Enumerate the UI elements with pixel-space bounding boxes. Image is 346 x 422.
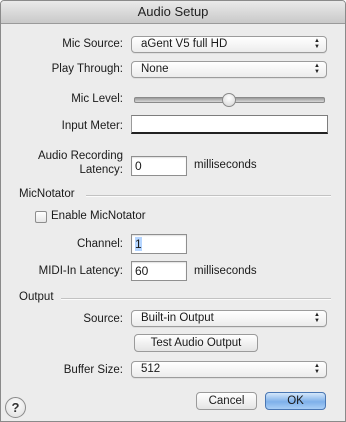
audio-setup-window: Audio Setup Mic Source: aGent V5 full HD… [0, 0, 346, 422]
updown-arrows-icon: ▲ ▼ [314, 63, 320, 75]
mic-level-label: Mic Level: [71, 93, 123, 105]
enable-micnotator-checkbox[interactable] [35, 211, 47, 223]
output-source-label: Source: [83, 313, 123, 325]
ok-button[interactable]: OK [265, 392, 326, 410]
input-meter-label: Input Meter: [61, 120, 123, 132]
channel-value: 1 [135, 237, 142, 251]
test-audio-output-button[interactable]: Test Audio Output [134, 334, 258, 352]
mic-level-slider-knob[interactable] [221, 93, 236, 107]
micnotator-divider [86, 195, 331, 197]
midi-latency-label: MIDI-In Latency: [38, 265, 123, 277]
latency-input[interactable]: 0 [131, 156, 187, 176]
mic-source-select[interactable]: aGent V5 full HD ▲ ▼ [131, 36, 327, 53]
updown-arrows-icon: ▲ ▼ [314, 312, 320, 324]
buffer-size-select[interactable]: 512 ▲ ▼ [131, 361, 327, 378]
play-through-label: Play Through: [51, 63, 123, 75]
cancel-button[interactable]: Cancel [196, 392, 257, 410]
channel-label: Channel: [76, 238, 123, 250]
help-icon[interactable]: ? [5, 397, 26, 418]
channel-input[interactable]: 1 [131, 234, 187, 254]
output-divider [61, 298, 331, 300]
updown-arrows-icon: ▲ ▼ [314, 363, 320, 375]
output-section-title: Output [19, 291, 54, 303]
latency-label-line1: Audio Recording [37, 150, 123, 162]
input-meter [131, 115, 328, 134]
mic-source-label: Mic Source: [62, 38, 123, 50]
buffer-size-value: 512 [141, 363, 161, 375]
window-title: Audio Setup [1, 1, 345, 24]
updown-arrows-icon: ▲ ▼ [314, 38, 320, 50]
midi-latency-unit: milliseconds [194, 265, 257, 277]
mic-source-value: aGent V5 full HD [141, 38, 228, 50]
latency-label-line2: Latency: [79, 164, 123, 176]
micnotator-section-title: MicNotator [19, 188, 75, 200]
output-source-value: Built-in Output [141, 312, 214, 324]
play-through-select[interactable]: None ▲ ▼ [131, 61, 327, 78]
latency-unit: milliseconds [194, 159, 257, 171]
latency-label: Audio Recording Latency: [38, 149, 123, 177]
output-source-select[interactable]: Built-in Output ▲ ▼ [131, 310, 327, 327]
play-through-value: None [141, 63, 169, 75]
buffer-size-label: Buffer Size: [63, 364, 123, 376]
midi-latency-input[interactable]: 60 [131, 261, 187, 281]
enable-micnotator-label: Enable MicNotator [51, 210, 146, 222]
